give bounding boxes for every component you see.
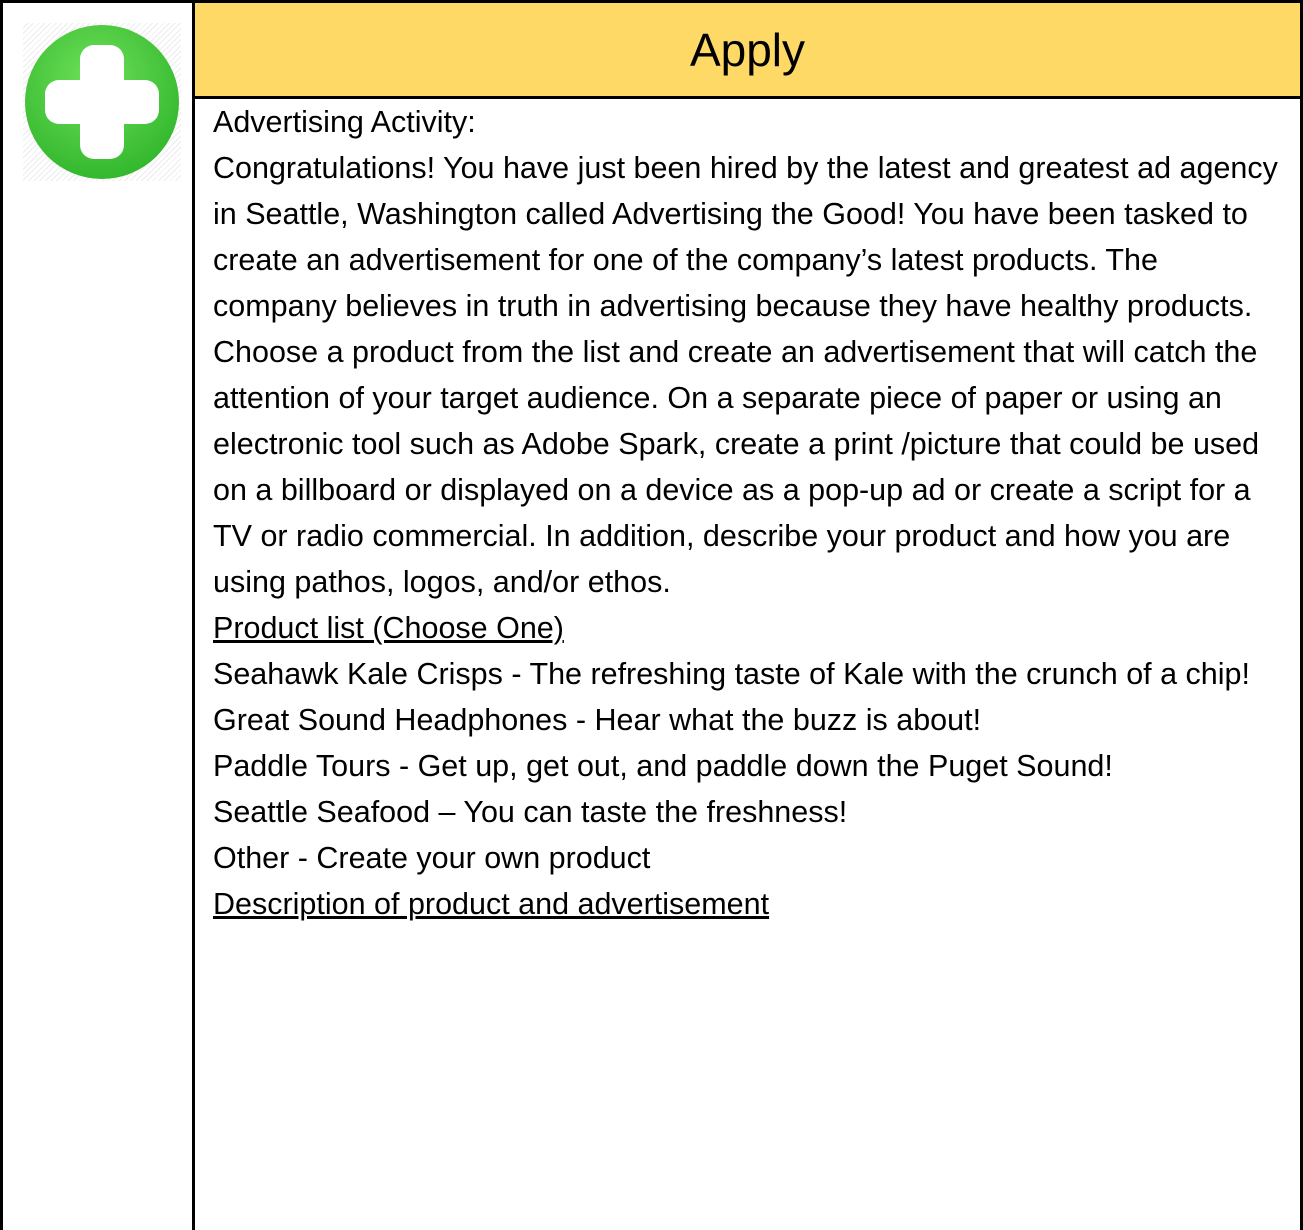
plus-circle-icon — [23, 23, 181, 181]
product-item: Seahawk Kale Crisps - The refreshing tas… — [213, 657, 1250, 691]
activity-content: Advertising Activity: Congratulations! Y… — [195, 99, 1300, 927]
product-item: Paddle Tours - Get up, get out, and padd… — [213, 749, 1113, 783]
product-item: Seattle Seafood – You can taste the fres… — [213, 795, 848, 829]
page-title: Apply — [689, 23, 806, 76]
product-item: Other - Create your own product — [213, 841, 651, 875]
activity-label: Advertising Activity: — [213, 105, 476, 139]
icon-column — [3, 3, 195, 1230]
activity-instructions: Congratulations! You have just been hire… — [213, 151, 1278, 599]
header-banner: Apply — [195, 3, 1300, 99]
description-heading: Description of product and advertisement — [213, 887, 770, 921]
apply-worksheet: Apply Advertising Activity: Congratulati… — [0, 0, 1303, 1230]
product-item: Great Sound Headphones - Hear what the b… — [213, 703, 982, 737]
product-list-heading: Product list (Choose One) — [213, 611, 564, 645]
